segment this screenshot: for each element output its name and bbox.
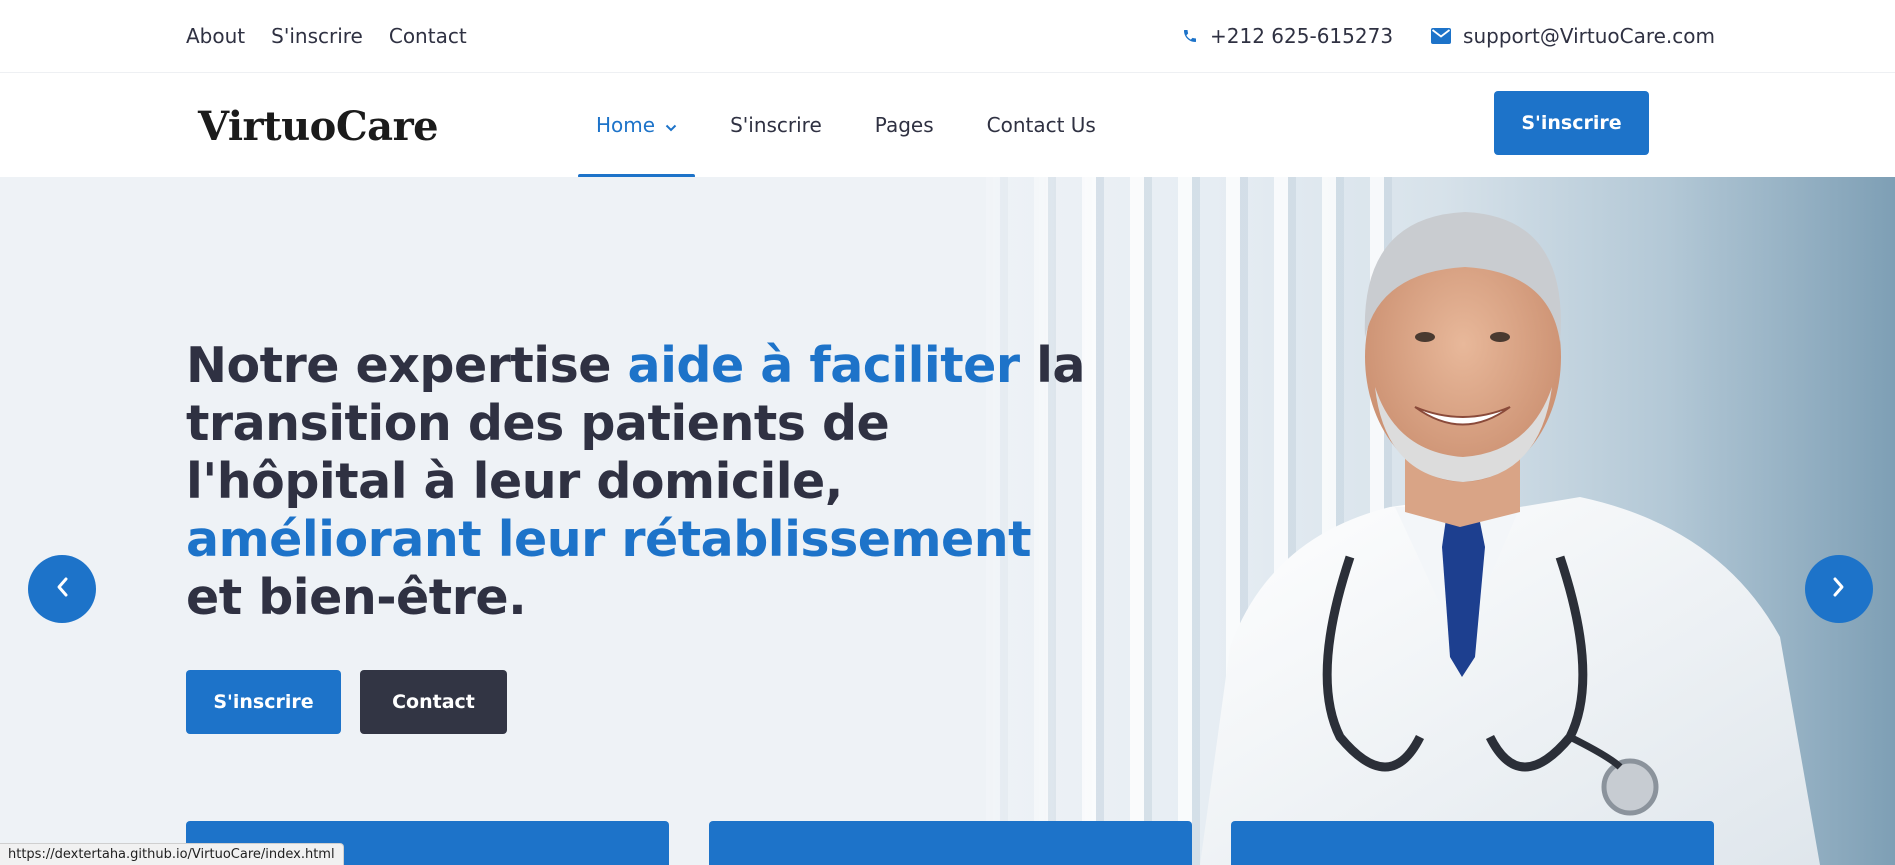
site-logo[interactable]: VirtuoCare bbox=[198, 103, 439, 150]
nav-item-pages[interactable]: Pages bbox=[857, 73, 952, 177]
main-navbar: VirtuoCare Home S'inscrire Pages Contact… bbox=[0, 73, 1895, 178]
headline-part-3: et bien-être. bbox=[186, 569, 527, 626]
chevron-left-icon bbox=[55, 576, 69, 602]
envelope-icon bbox=[1431, 28, 1452, 44]
headline-part-1: Notre expertise bbox=[186, 337, 628, 394]
nav-item-home-label: Home bbox=[596, 113, 656, 137]
browser-status-url: https://dextertaha.github.io/VirtuoCare/… bbox=[0, 843, 344, 865]
top-link-sinscrire[interactable]: S'inscrire bbox=[271, 24, 363, 48]
nav-item-sinscrire-label: S'inscrire bbox=[730, 113, 822, 137]
chevron-right-icon bbox=[1832, 576, 1846, 602]
nav-item-home[interactable]: Home bbox=[578, 73, 696, 178]
chevron-down-icon bbox=[665, 113, 677, 137]
feature-card-3[interactable] bbox=[1231, 821, 1714, 865]
nav-item-contact-us-label: Contact Us bbox=[986, 113, 1096, 137]
hero-slider: Notre expertise aide à faciliter la tran… bbox=[0, 177, 1895, 865]
main-menu: Home S'inscrire Pages Contact Us bbox=[578, 73, 1114, 178]
phone-number: +212 625-615273 bbox=[1210, 24, 1394, 48]
phone-icon bbox=[1182, 27, 1198, 45]
slider-prev-button[interactable] bbox=[28, 555, 96, 623]
hero-sinscrire-button[interactable]: S'inscrire bbox=[186, 670, 341, 734]
nav-item-contact-us[interactable]: Contact Us bbox=[969, 73, 1114, 177]
top-link-contact[interactable]: Contact bbox=[389, 24, 467, 48]
top-links: About S'inscrire Contact bbox=[186, 24, 467, 48]
hero-doctor-image bbox=[1200, 212, 1820, 865]
hero-contact-button[interactable]: Contact bbox=[360, 670, 507, 734]
nav-item-pages-label: Pages bbox=[874, 113, 934, 137]
top-bar: About S'inscrire Contact +212 625-615273… bbox=[0, 0, 1895, 73]
headline-highlight-1: aide à faciliter bbox=[627, 337, 1021, 394]
email-address: support@VirtuoCare.com bbox=[1463, 24, 1715, 48]
top-link-about[interactable]: About bbox=[186, 24, 245, 48]
nav-sinscrire-button[interactable]: S'inscrire bbox=[1494, 91, 1649, 155]
hero-headline: Notre expertise aide à faciliter la tran… bbox=[186, 337, 1086, 627]
slider-next-button[interactable] bbox=[1805, 555, 1873, 623]
feature-card-2[interactable] bbox=[709, 821, 1192, 865]
phone-contact[interactable]: +212 625-615273 bbox=[1182, 24, 1393, 48]
top-contact-info: +212 625-615273 support@VirtuoCare.com bbox=[1182, 24, 1715, 48]
email-contact[interactable]: support@VirtuoCare.com bbox=[1431, 24, 1715, 48]
nav-item-sinscrire[interactable]: S'inscrire bbox=[712, 73, 840, 177]
headline-highlight-2: améliorant leur rétablissement bbox=[186, 511, 1032, 568]
